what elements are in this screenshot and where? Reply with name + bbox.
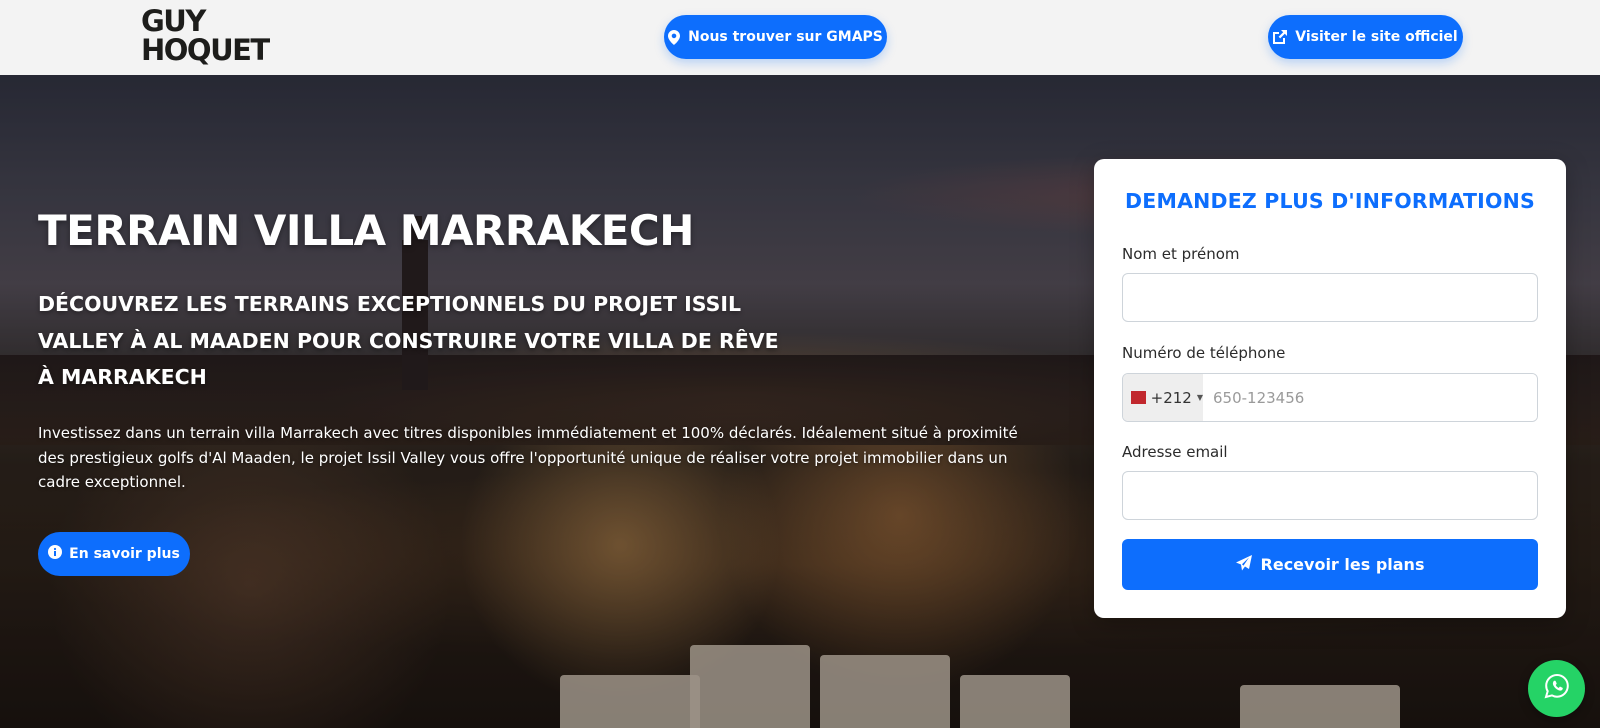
map-pin-icon (668, 29, 681, 45)
country-code-value: +212 (1150, 388, 1192, 407)
country-code-selector[interactable]: +212 ▼ (1123, 374, 1203, 421)
email-field-label: Adresse email (1122, 443, 1228, 461)
receive-plans-button[interactable]: Recevoir les plans (1122, 539, 1538, 590)
site-button-label: Visiter le site officiel (1295, 29, 1458, 45)
guy-hoquet-logo[interactable]: GUY HOQUET (141, 7, 285, 67)
hero-title: TERRAIN VILLA MARRAKECH (38, 206, 694, 255)
whatsapp-chat-button[interactable] (1528, 660, 1585, 717)
external-link-icon (1273, 30, 1288, 44)
receive-plans-label: Recevoir les plans (1260, 555, 1425, 574)
phone-field: +212 ▼ (1122, 373, 1538, 422)
find-on-gmaps-button[interactable]: Nous trouver sur GMAPS (664, 15, 887, 59)
gmaps-button-label: Nous trouver sur GMAPS (688, 29, 883, 45)
learn-more-label: En savoir plus (69, 546, 180, 562)
top-header: GUY HOQUET Nous trouver sur GMAPS Visite… (0, 0, 1600, 75)
paper-plane-icon (1235, 554, 1252, 575)
name-field-label: Nom et prénom (1122, 245, 1240, 263)
information-request-form: DEMANDEZ PLUS D'INFORMATIONS Nom et prén… (1094, 159, 1566, 618)
whatsapp-icon (1544, 673, 1570, 704)
learn-more-button[interactable]: En savoir plus (38, 532, 190, 576)
email-input[interactable] (1122, 471, 1538, 520)
logo-line-2: HOQUET (141, 33, 270, 67)
morocco-flag-icon (1131, 391, 1146, 404)
phone-number-input[interactable] (1203, 374, 1537, 421)
full-name-input[interactable] (1122, 273, 1538, 322)
hero-subtitle: Découvrez les terrains exceptionnels du … (38, 292, 779, 389)
logo-line-1: GUY (141, 4, 206, 38)
form-title: DEMANDEZ PLUS D'INFORMATIONS (1125, 189, 1535, 213)
visit-official-site-button[interactable]: Visiter le site officiel (1268, 15, 1463, 59)
info-circle-icon (48, 545, 63, 563)
hero-description: Investissez dans un terrain villa Marrak… (38, 424, 1018, 491)
phone-field-label: Numéro de téléphone (1122, 344, 1286, 362)
